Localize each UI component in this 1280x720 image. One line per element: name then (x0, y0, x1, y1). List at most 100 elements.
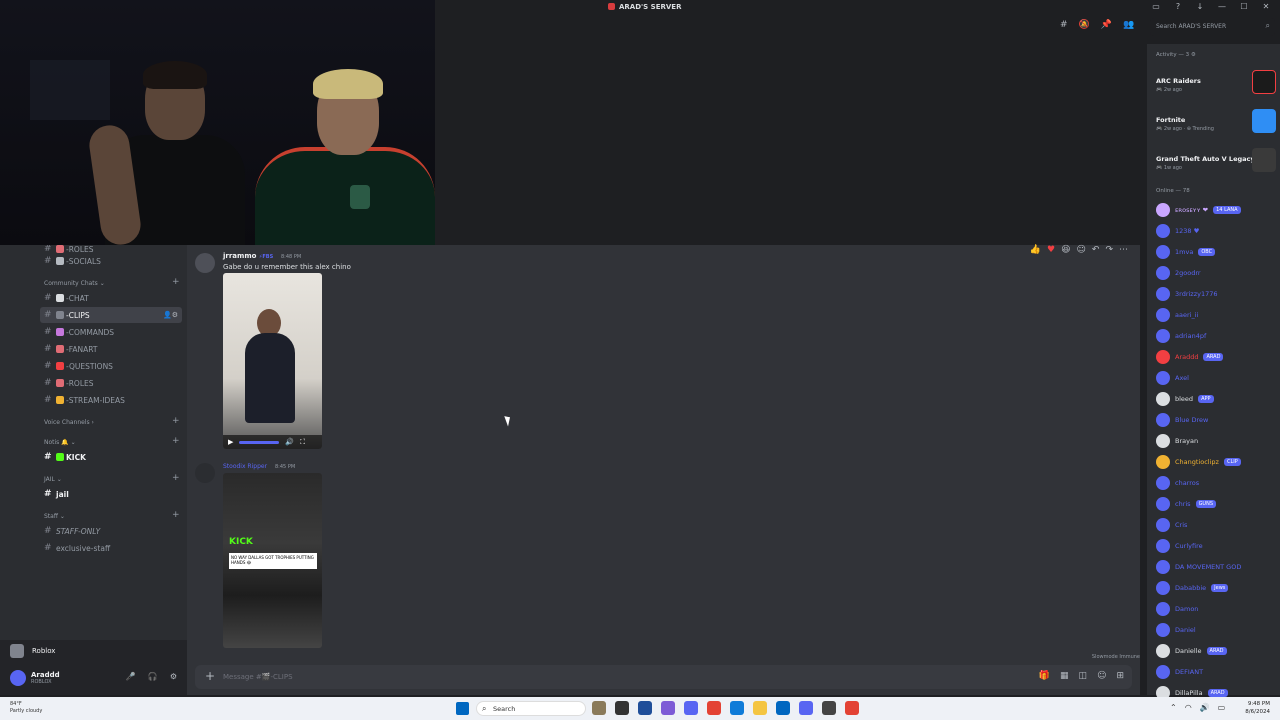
gift-icon[interactable]: 🎁 (1039, 671, 1050, 681)
sticker-icon[interactable]: ◫ (1079, 671, 1088, 681)
laugh-icon[interactable]: 😆 (1061, 245, 1070, 255)
video-attachment[interactable]: KICK NO WAY DALLAS GOT TROPHIES PUTTING … (223, 473, 322, 648)
member-item[interactable]: Brayan (1156, 433, 1198, 449)
threads-icon[interactable]: # (1060, 20, 1068, 30)
member-item[interactable]: DEFIANT (1156, 664, 1203, 680)
channel-socials[interactable]: # -SOCIALS (44, 253, 184, 269)
thumbs-up-icon[interactable]: 👍 (1030, 245, 1041, 255)
close-button[interactable]: ✕ (1260, 2, 1272, 11)
channel-clips[interactable]: # -CLIPS 👤⚙ (40, 307, 182, 323)
member-item[interactable]: adrian4pf (1156, 328, 1206, 344)
member-item[interactable]: Araddd ARAD (1156, 349, 1224, 365)
channel-kick[interactable]: # KICK (44, 449, 184, 465)
headphones-icon[interactable]: 🎧 (148, 672, 158, 681)
channel-stream-ideas[interactable]: # -STREAM-IDEAS (44, 392, 184, 408)
member-item[interactable]: Changtioclipz CLIP (1156, 454, 1241, 470)
emoji-icon[interactable]: ☺ (1097, 671, 1106, 681)
more-icon[interactable]: ⋯ (1119, 245, 1128, 255)
inbox-icon[interactable]: ▭ (1150, 2, 1162, 11)
discord-icon[interactable] (799, 701, 813, 715)
wifi-icon[interactable]: ◠ (1185, 703, 1192, 712)
chevron-up-icon[interactable]: ⌃ (1170, 703, 1177, 712)
member-item[interactable]: bleed APP (1156, 391, 1214, 407)
taskbar-search[interactable]: ⌕ Search (476, 701, 586, 716)
message-author[interactable]: Stoodix Ripper (223, 463, 267, 470)
member-item[interactable]: Axel (1156, 370, 1189, 386)
message-author[interactable]: jrrammo ⚡FBS (223, 252, 273, 260)
member-item[interactable]: Danielle ARAD (1156, 643, 1227, 659)
app-icon[interactable] (592, 701, 606, 715)
message-composer[interactable]: + Message #🎬-CLIPS 🎁 ▦ ◫ ☺ ⊞ (195, 665, 1132, 689)
member-item[interactable]: Dababbie Jews (1156, 580, 1229, 596)
apps-icon[interactable]: ⊞ (1116, 671, 1124, 681)
member-item[interactable]: 2goodrr (1156, 265, 1201, 281)
member-item[interactable]: Blue Drew (1156, 412, 1208, 428)
channel-roles[interactable]: # -ROLES (44, 375, 184, 391)
channel-fanart[interactable]: # -FANART (44, 341, 184, 357)
search-input[interactable]: Search ARAD'S SERVER ⌕ (1150, 18, 1275, 36)
channel-exclusive-staff[interactable]: # exclusive-staff (44, 540, 184, 556)
help-icon[interactable]: ? (1172, 2, 1184, 11)
category-voice[interactable]: Voice Channels › (44, 419, 94, 426)
channel-commands[interactable]: # -COMMANDS (44, 324, 184, 340)
forward-icon[interactable]: ↷ (1105, 245, 1113, 255)
member-item[interactable]: Damon (1156, 601, 1198, 617)
mic-icon[interactable]: 🎤 (126, 672, 136, 681)
reply-icon[interactable]: ↶ (1092, 245, 1100, 255)
avatar[interactable] (195, 253, 215, 273)
category-jail[interactable]: JAIL ⌄ (44, 476, 62, 483)
battery-icon[interactable]: ▭ (1218, 703, 1226, 712)
voice-status[interactable]: Roblox (10, 644, 55, 658)
app-icon[interactable] (684, 701, 698, 715)
attach-icon[interactable]: + (205, 669, 215, 683)
gear-icon[interactable]: ⚙ (170, 672, 177, 681)
volume-icon[interactable]: 🔊 (285, 438, 294, 446)
chrome-icon[interactable] (845, 701, 859, 715)
channel-settings-icon[interactable]: 👤⚙ (163, 311, 178, 319)
member-item[interactable]: chris GUNS (1156, 496, 1217, 512)
app-icon[interactable] (822, 701, 836, 715)
video-attachment[interactable]: ▶ 🔊 ⛶ (223, 273, 322, 449)
channel-staff-only[interactable]: # STAFF-ONLY (44, 523, 184, 539)
weather-widget[interactable]: 84°F Partly cloudy (10, 701, 42, 715)
app-icon[interactable] (638, 701, 652, 715)
activity-item[interactable]: ARC Raiders 🎮 2w ago (1156, 68, 1276, 100)
gif-icon[interactable]: ▦ (1060, 671, 1069, 681)
category-staff[interactable]: Staff ⌄ (44, 513, 65, 520)
channel-chat[interactable]: # -CHAT (44, 290, 184, 306)
fullscreen-icon[interactable]: ⛶ (300, 438, 305, 447)
activity-item[interactable]: Fortnite 🎮 2w ago · ⊕ Trending (1156, 107, 1276, 139)
clock[interactable]: 9:48 PM 8/6/2024 (1245, 700, 1270, 716)
member-item[interactable]: Cris (1156, 517, 1187, 533)
edge-icon[interactable] (730, 701, 744, 715)
task-view-icon[interactable] (615, 701, 629, 715)
member-item[interactable]: charros (1156, 475, 1199, 491)
app-icon[interactable] (776, 701, 790, 715)
download-icon[interactable]: ↓ (1194, 2, 1206, 11)
category-notis[interactable]: Notis 🔔 ⌄ (44, 439, 76, 446)
heart-icon[interactable]: ♥ (1047, 245, 1055, 255)
member-item[interactable]: aaeri_ii (1156, 307, 1198, 323)
member-item[interactable]: Daniel (1156, 622, 1196, 638)
add-channel-icon[interactable]: + (172, 436, 180, 446)
add-reaction-icon[interactable]: ☺ (1077, 245, 1086, 255)
member-item[interactable]: 1mva OBC (1156, 244, 1216, 260)
play-icon[interactable]: ▶ (228, 438, 233, 446)
video-progress[interactable] (239, 440, 280, 444)
channel-questions[interactable]: # -QUESTIONS (44, 358, 184, 374)
message-input[interactable]: Message #🎬-CLIPS (223, 673, 293, 681)
member-item[interactable]: ᴇʀᴏsᴇʏʏ ❤ 14 LANA (1156, 202, 1241, 218)
add-channel-icon[interactable]: + (172, 277, 180, 287)
start-button[interactable] (456, 702, 469, 715)
app-icon[interactable] (661, 701, 675, 715)
member-item[interactable]: 3rdrizzy1776 (1156, 286, 1218, 302)
member-item[interactable]: Curlyfire (1156, 538, 1203, 554)
chrome-icon[interactable] (707, 701, 721, 715)
add-channel-icon[interactable]: + (172, 416, 180, 426)
maximize-button[interactable]: ☐ (1238, 2, 1250, 11)
category-community[interactable]: Community Chats ⌄ (44, 280, 105, 287)
pin-icon[interactable]: 📌 (1101, 20, 1112, 30)
minimize-button[interactable]: — (1216, 2, 1228, 11)
channel-jail[interactable]: # jail (44, 486, 184, 502)
avatar[interactable] (195, 463, 215, 483)
